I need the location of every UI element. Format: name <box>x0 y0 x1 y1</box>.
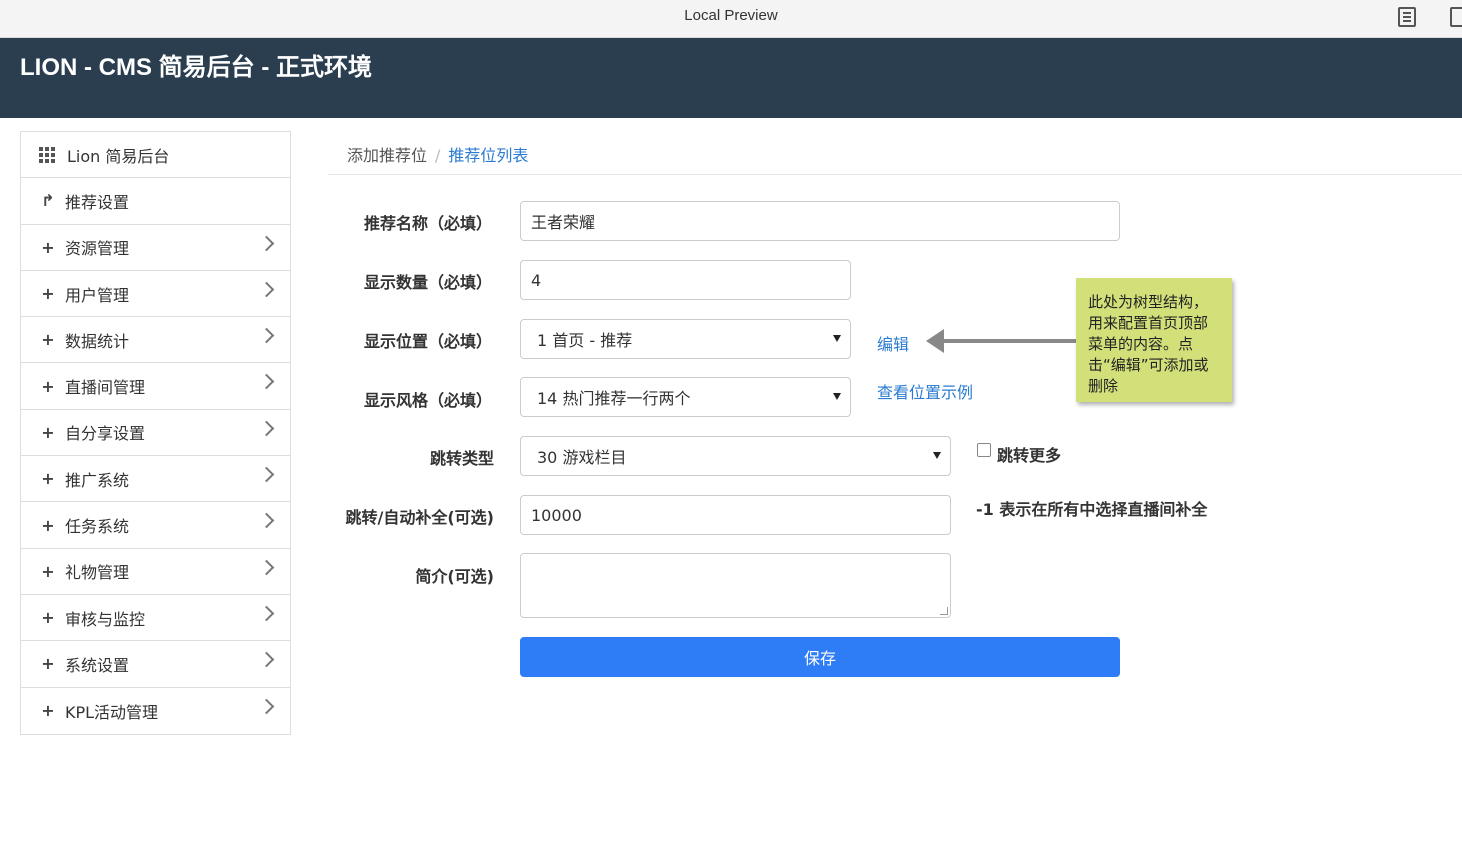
count-label: 显示数量（必填） <box>363 273 492 292</box>
chevron-right-icon <box>258 327 275 344</box>
plus-icon: + <box>41 561 55 581</box>
dropdown-arrow-icon <box>833 335 841 342</box>
plus-icon: + <box>41 515 55 535</box>
sidebar-item-statistics[interactable]: + 数据统计 <box>21 317 290 364</box>
chevron-right-icon <box>258 513 275 529</box>
app-header: LION - CMS 简易后台 - 正式环境 <box>0 38 1462 118</box>
position-label: 显示位置（必填） <box>363 332 492 351</box>
sidebar-item-label: Lion 简易后台 <box>67 146 170 166</box>
resize-grip-icon[interactable] <box>940 607 948 615</box>
save-button[interactable]: 保存 <box>520 637 1120 677</box>
position-edit-link[interactable]: 编辑 <box>877 331 909 355</box>
sidebar-item-promotion[interactable]: + 推广系统 <box>21 456 290 503</box>
jump-type-label: 跳转类型 <box>429 449 494 468</box>
sidebar-item-resources[interactable]: + 资源管理 <box>21 225 290 271</box>
autofill-input[interactable]: 10000 <box>520 495 951 535</box>
share-arrow-icon: ↱ <box>41 191 55 211</box>
chevron-right-icon <box>258 698 275 714</box>
autofill-value: 10000 <box>531 505 582 525</box>
plus-icon: + <box>41 654 55 674</box>
plus-icon: + <box>41 608 55 628</box>
dropdown-arrow-icon <box>933 452 941 459</box>
sidebar-item-label: 数据统计 <box>65 331 130 351</box>
sidebar-item-audit[interactable]: + 审核与监控 <box>21 595 290 642</box>
sidebar-item-gifts[interactable]: + 礼物管理 <box>21 549 290 595</box>
sidebar-item-label: 系统设置 <box>65 655 130 675</box>
count-value: 4 <box>531 270 542 290</box>
autofill-hint: -1 表示在所有中选择直播间补全 <box>976 500 1208 519</box>
name-value: 王者荣耀 <box>531 213 596 232</box>
arrow-left-icon <box>926 329 944 353</box>
sidebar-item-label: 自分享设置 <box>65 424 146 444</box>
breadcrumb-parent[interactable]: 添加推荐位 <box>347 146 427 165</box>
chevron-right-icon <box>258 420 275 437</box>
style-select[interactable]: 14 热门推荐一行两个 <box>520 377 851 417</box>
sidebar-item-live-rooms[interactable]: + 直播间管理 <box>21 363 290 410</box>
breadcrumb-separator: / <box>435 146 441 165</box>
sidebar-item-label: 审核与监控 <box>65 609 146 629</box>
chevron-right-icon <box>258 559 275 575</box>
sidebar-item-label: 任务系统 <box>65 517 130 537</box>
reader-mode-icon[interactable] <box>1398 7 1416 27</box>
app-brand: LION - CMS 简易后台 - 正式环境 <box>20 54 372 81</box>
sidebar-item-system[interactable]: + 系统设置 <box>21 641 290 688</box>
sidebar-item-tasks[interactable]: + 任务系统 <box>21 502 290 549</box>
chevron-right-icon <box>258 651 275 668</box>
callout-arrow-line <box>940 339 1076 343</box>
autofill-label: 跳转/自动补全(可选) <box>345 508 494 527</box>
plus-icon: + <box>41 284 55 304</box>
intro-textarea[interactable] <box>520 553 951 618</box>
plus-icon: + <box>41 330 55 350</box>
jump-more-checkbox[interactable] <box>977 443 991 457</box>
sidebar-item-label: 直播间管理 <box>65 378 146 398</box>
dropdown-arrow-icon <box>833 393 841 400</box>
chevron-right-icon <box>258 235 275 251</box>
plus-icon: + <box>41 422 55 442</box>
breadcrumb: 添加推荐位 / 推荐位列表 <box>347 142 528 166</box>
count-input[interactable]: 4 <box>520 260 851 300</box>
sidebar-item-label: 资源管理 <box>65 239 130 259</box>
sidebar-item-users[interactable]: + 用户管理 <box>21 271 290 318</box>
exit-preview-icon[interactable] <box>1450 7 1462 27</box>
sidebar-item-recommend-settings[interactable]: ↱ 推荐设置 <box>21 178 290 225</box>
sidebar-item-label: 礼物管理 <box>65 563 130 583</box>
chevron-right-icon <box>258 281 275 298</box>
sidebar-item-label: KPL活动管理 <box>65 702 159 722</box>
sidebar-item-home[interactable]: Lion 简易后台 <box>21 132 290 179</box>
preview-titlebar: Local Preview <box>0 0 1462 38</box>
intro-label: 简介(可选) <box>415 567 494 586</box>
name-label: 推荐名称（必填） <box>363 214 492 233</box>
breadcrumb-current[interactable]: 推荐位列表 <box>448 146 528 165</box>
plus-icon: + <box>41 376 55 396</box>
sidebar-item-label: 推荐设置 <box>65 192 130 212</box>
chevron-right-icon <box>258 466 275 483</box>
plus-icon: + <box>41 237 55 257</box>
sidebar: Lion 简易后台 ↱ 推荐设置 + 资源管理 + 用户管理 + 数据统计 + … <box>20 131 291 735</box>
position-value: 1 首页 - 推荐 <box>537 331 633 350</box>
chevron-right-icon <box>258 605 275 622</box>
divider <box>328 174 1462 175</box>
chevron-right-icon <box>258 374 275 390</box>
plus-icon: + <box>41 469 55 489</box>
annotation-note: 此处为树型结构，用来配置首页顶部菜单的内容。点击“编辑”可添加或删除 <box>1076 278 1232 402</box>
jump-type-select[interactable]: 30 游戏栏目 <box>520 436 951 476</box>
style-example-link[interactable]: 查看位置示例 <box>877 379 973 403</box>
name-input[interactable]: 王者荣耀 <box>520 201 1120 241</box>
grid-icon <box>39 146 55 163</box>
position-select[interactable]: 1 首页 - 推荐 <box>520 319 851 359</box>
plus-icon: + <box>41 701 55 721</box>
style-label: 显示风格（必填） <box>363 391 492 410</box>
sidebar-item-label: 用户管理 <box>65 285 130 305</box>
style-value: 14 热门推荐一行两个 <box>537 389 691 408</box>
sidebar-item-self-share[interactable]: + 自分享设置 <box>21 410 290 457</box>
jump-more-label: 跳转更多 <box>997 446 1062 465</box>
window-title: Local Preview <box>684 7 778 24</box>
sidebar-item-kpl[interactable]: + KPL活动管理 <box>21 688 290 734</box>
sidebar-item-label: 推广系统 <box>65 470 130 490</box>
jump-type-value: 30 游戏栏目 <box>537 448 627 467</box>
